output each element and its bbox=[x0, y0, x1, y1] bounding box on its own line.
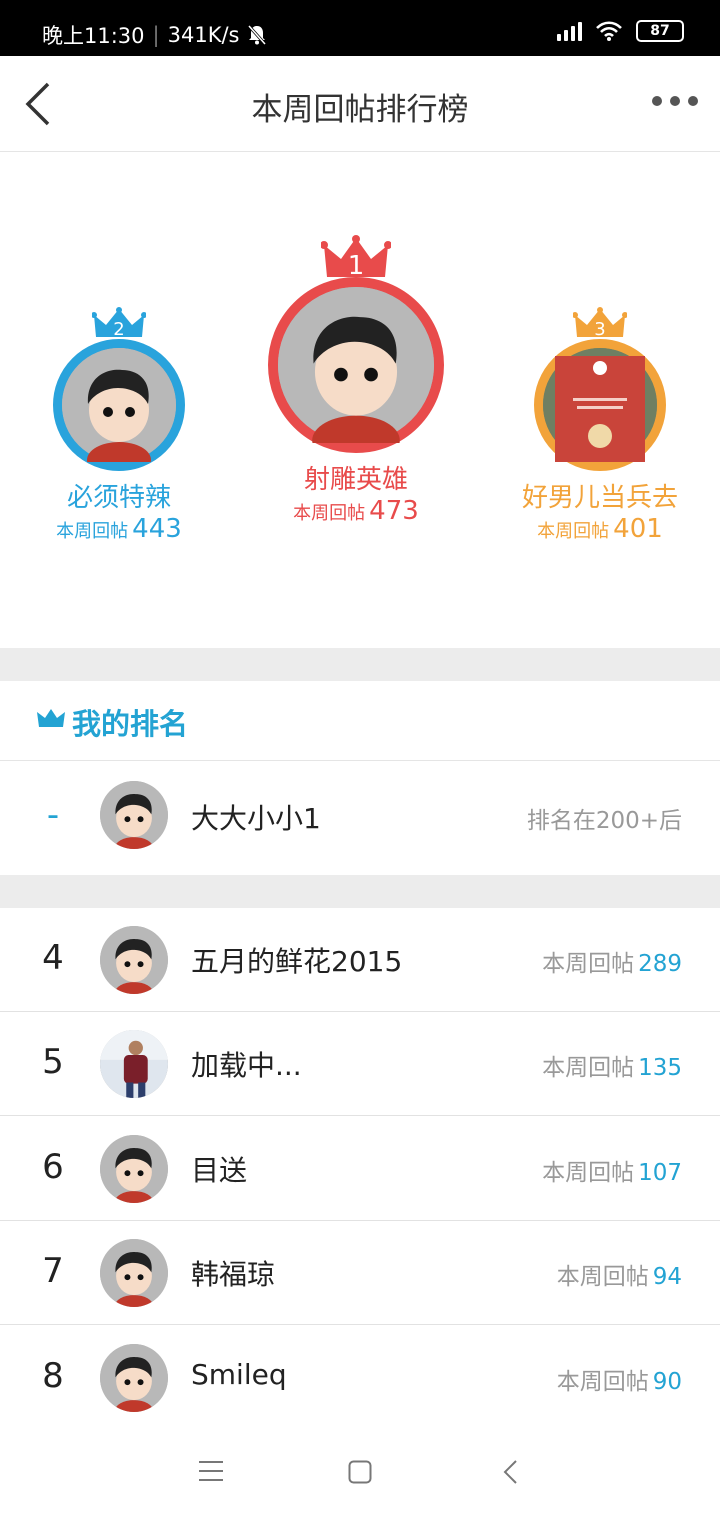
list-reply-count: 本周回帖 107 bbox=[542, 1159, 682, 1186]
podium-third[interactable]: 3 好男儿当兵去 本周回帖 401 bbox=[500, 307, 700, 544]
svg-text:2: 2 bbox=[113, 319, 124, 340]
list-item[interactable]: 8 Smileq 本周回帖 90 bbox=[0, 1325, 720, 1430]
crown-rank-1-icon: 1 bbox=[321, 235, 391, 281]
avatar bbox=[100, 926, 168, 994]
section-divider bbox=[0, 875, 720, 908]
avatar bbox=[100, 1343, 168, 1412]
battery-level: 87 bbox=[650, 23, 670, 39]
signal-icon bbox=[557, 21, 582, 41]
list-reply-count: 本周回帖 289 bbox=[542, 951, 682, 977]
mute-bell-icon bbox=[248, 25, 267, 45]
list-rank: 6 bbox=[42, 1146, 64, 1187]
list-rank: 4 bbox=[42, 938, 64, 978]
avatar bbox=[100, 1134, 168, 1203]
podium-third-name: 好男儿当兵去 bbox=[521, 483, 678, 513]
podium-second-avatar bbox=[53, 339, 185, 478]
avatar bbox=[100, 1239, 168, 1308]
podium-second[interactable]: 2 必须特辣 本周回帖 443 bbox=[24, 307, 214, 544]
list-username: 韩福琼 bbox=[191, 1258, 276, 1292]
list-rank: 7 bbox=[42, 1251, 64, 1292]
system-navigation-bar bbox=[0, 1424, 720, 1520]
list-item[interactable]: 7 韩福琼 本周回帖 94 bbox=[0, 1221, 720, 1326]
list-username: 加载中... bbox=[191, 1049, 302, 1083]
section-divider bbox=[0, 648, 720, 681]
list-item[interactable]: 4 五月的鲜花2015 本周回帖 289 bbox=[0, 908, 720, 1012]
avatar bbox=[100, 781, 168, 849]
avatar bbox=[100, 1030, 168, 1099]
my-rank-title: 我的排名 bbox=[72, 707, 189, 741]
wifi-icon bbox=[596, 21, 622, 41]
menu-icon[interactable] bbox=[199, 1460, 223, 1482]
my-username: 大大小小1 bbox=[191, 802, 321, 835]
podium-first-avatar bbox=[268, 277, 444, 465]
crown-icon bbox=[37, 709, 65, 727]
podium-third-avatar bbox=[534, 339, 666, 471]
page-title: 本周回帖排行榜 bbox=[251, 92, 469, 128]
status-bar: 晚上11:30 | 341K/s 87 bbox=[0, 0, 720, 56]
back-icon[interactable] bbox=[502, 1459, 518, 1485]
my-rank-header: 我的排名 bbox=[0, 681, 720, 761]
list-reply-count: 本周回帖 135 bbox=[542, 1055, 682, 1082]
list-item[interactable]: 5 加载中... 本周回帖 135 bbox=[0, 1012, 720, 1117]
podium-first-stat: 本周回帖 473 bbox=[293, 496, 419, 526]
list-username: 五月的鲜花2015 bbox=[191, 945, 403, 978]
svg-text:3: 3 bbox=[594, 319, 605, 340]
podium-second-name: 必须特辣 bbox=[66, 483, 171, 513]
crown-rank-2-icon: 2 bbox=[92, 307, 146, 340]
list-rank: 5 bbox=[42, 1042, 64, 1083]
home-icon[interactable] bbox=[348, 1460, 372, 1484]
list-rank: 8 bbox=[42, 1355, 64, 1396]
list-reply-count: 本周回帖 94 bbox=[556, 1264, 682, 1291]
list-item[interactable]: 6 目送 本周回帖 107 bbox=[0, 1116, 720, 1221]
my-rank-row[interactable]: - 大大小小1 排名在200+后 bbox=[0, 761, 720, 875]
more-options-icon[interactable] bbox=[652, 96, 698, 106]
podium-third-stat: 本周回帖 401 bbox=[537, 514, 663, 544]
my-rank-note: 排名在200+后 bbox=[526, 808, 682, 834]
status-time: 晚上11:30 bbox=[42, 24, 145, 48]
podium-first-name: 射雕英雄 bbox=[303, 465, 408, 495]
top-three-podium: 2 必须特辣 本周回帖 443 1 射雕英雄 本周回帖 473 3 好男儿当兵去… bbox=[0, 153, 720, 648]
podium-first[interactable]: 1 射雕英雄 本周回帖 473 bbox=[256, 235, 456, 526]
podium-second-stat: 本周回帖 443 bbox=[56, 514, 182, 544]
top-nav-bar: 本周回帖排行榜 bbox=[0, 56, 720, 152]
list-reply-count: 本周回帖 90 bbox=[556, 1368, 682, 1395]
battery-icon: 87 bbox=[636, 20, 684, 42]
crown-rank-3-icon: 3 bbox=[573, 307, 627, 340]
my-rank-position: - bbox=[46, 795, 60, 835]
status-network-speed: 341K/s bbox=[167, 23, 240, 47]
list-username: Smileq bbox=[191, 1357, 287, 1391]
list-username: 目送 bbox=[191, 1153, 248, 1187]
